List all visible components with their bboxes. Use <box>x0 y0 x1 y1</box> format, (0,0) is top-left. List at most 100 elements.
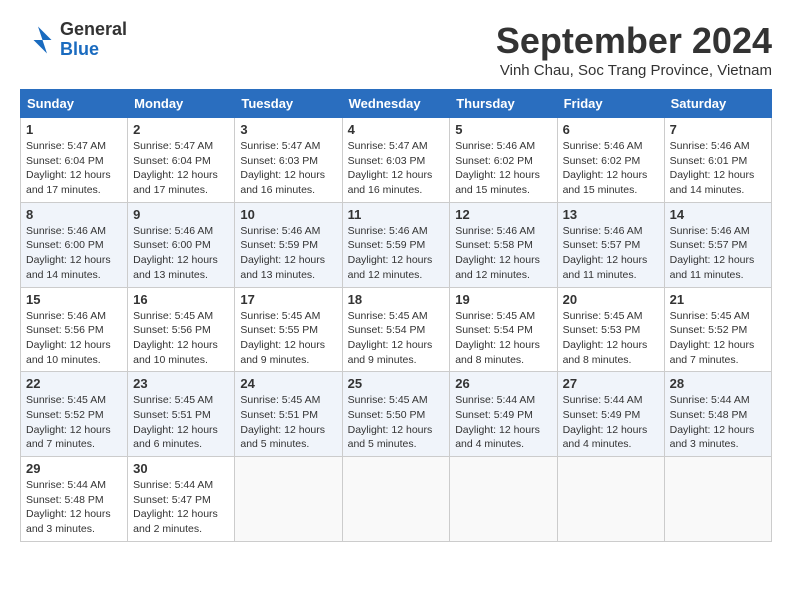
day-number: 29 <box>26 461 122 476</box>
table-row: 17 Sunrise: 5:45 AMSunset: 5:55 PMDaylig… <box>235 287 342 372</box>
calendar-header-row: Sunday Monday Tuesday Wednesday Thursday… <box>21 90 772 118</box>
day-number: 26 <box>455 376 551 391</box>
day-info: Sunrise: 5:45 AMSunset: 5:51 PMDaylight:… <box>133 394 218 450</box>
table-row <box>342 457 450 542</box>
day-number: 21 <box>670 292 766 307</box>
day-info: Sunrise: 5:46 AMSunset: 5:58 PMDaylight:… <box>455 225 540 281</box>
calendar-week-row: 29 Sunrise: 5:44 AMSunset: 5:48 PMDaylig… <box>21 457 772 542</box>
day-number: 12 <box>455 207 551 222</box>
day-number: 27 <box>563 376 659 391</box>
day-info: Sunrise: 5:46 AMSunset: 5:57 PMDaylight:… <box>563 225 648 281</box>
day-number: 15 <box>26 292 122 307</box>
day-number: 17 <box>240 292 336 307</box>
day-info: Sunrise: 5:46 AMSunset: 6:02 PMDaylight:… <box>455 140 540 196</box>
day-info: Sunrise: 5:44 AMSunset: 5:49 PMDaylight:… <box>455 394 540 450</box>
day-info: Sunrise: 5:46 AMSunset: 5:57 PMDaylight:… <box>670 225 755 281</box>
table-row: 9 Sunrise: 5:46 AMSunset: 6:00 PMDayligh… <box>128 202 235 287</box>
day-number: 18 <box>348 292 445 307</box>
col-tuesday: Tuesday <box>235 90 342 118</box>
table-row: 23 Sunrise: 5:45 AMSunset: 5:51 PMDaylig… <box>128 372 235 457</box>
day-info: Sunrise: 5:46 AMSunset: 6:02 PMDaylight:… <box>563 140 648 196</box>
table-row <box>450 457 557 542</box>
table-row: 28 Sunrise: 5:44 AMSunset: 5:48 PMDaylig… <box>664 372 771 457</box>
table-row: 21 Sunrise: 5:45 AMSunset: 5:52 PMDaylig… <box>664 287 771 372</box>
table-row: 22 Sunrise: 5:45 AMSunset: 5:52 PMDaylig… <box>21 372 128 457</box>
table-row: 30 Sunrise: 5:44 AMSunset: 5:47 PMDaylig… <box>128 457 235 542</box>
table-row: 2 Sunrise: 5:47 AMSunset: 6:04 PMDayligh… <box>128 118 235 203</box>
day-number: 2 <box>133 122 229 137</box>
day-info: Sunrise: 5:44 AMSunset: 5:48 PMDaylight:… <box>670 394 755 450</box>
table-row: 24 Sunrise: 5:45 AMSunset: 5:51 PMDaylig… <box>235 372 342 457</box>
calendar-week-row: 8 Sunrise: 5:46 AMSunset: 6:00 PMDayligh… <box>21 202 772 287</box>
table-row: 10 Sunrise: 5:46 AMSunset: 5:59 PMDaylig… <box>235 202 342 287</box>
day-info: Sunrise: 5:44 AMSunset: 5:47 PMDaylight:… <box>133 479 218 535</box>
day-number: 5 <box>455 122 551 137</box>
table-row <box>664 457 771 542</box>
day-info: Sunrise: 5:47 AMSunset: 6:04 PMDaylight:… <box>133 140 218 196</box>
col-monday: Monday <box>128 90 235 118</box>
table-row: 19 Sunrise: 5:45 AMSunset: 5:54 PMDaylig… <box>450 287 557 372</box>
day-info: Sunrise: 5:46 AMSunset: 6:00 PMDaylight:… <box>133 225 218 281</box>
day-info: Sunrise: 5:45 AMSunset: 5:50 PMDaylight:… <box>348 394 433 450</box>
logo-general-text: General <box>60 20 127 40</box>
day-info: Sunrise: 5:46 AMSunset: 5:59 PMDaylight:… <box>240 225 325 281</box>
day-info: Sunrise: 5:44 AMSunset: 5:48 PMDaylight:… <box>26 479 111 535</box>
day-number: 7 <box>670 122 766 137</box>
logo: General Blue <box>20 20 127 60</box>
day-info: Sunrise: 5:45 AMSunset: 5:55 PMDaylight:… <box>240 310 325 366</box>
location-title: Vinh Chau, Soc Trang Province, Vietnam <box>496 62 772 79</box>
day-number: 8 <box>26 207 122 222</box>
day-number: 10 <box>240 207 336 222</box>
day-info: Sunrise: 5:45 AMSunset: 5:52 PMDaylight:… <box>26 394 111 450</box>
table-row: 25 Sunrise: 5:45 AMSunset: 5:50 PMDaylig… <box>342 372 450 457</box>
logo-icon <box>20 22 56 58</box>
day-number: 11 <box>348 207 445 222</box>
table-row <box>235 457 342 542</box>
day-number: 13 <box>563 207 659 222</box>
logo-blue-text: Blue <box>60 40 127 60</box>
table-row: 6 Sunrise: 5:46 AMSunset: 6:02 PMDayligh… <box>557 118 664 203</box>
day-number: 16 <box>133 292 229 307</box>
table-row: 27 Sunrise: 5:44 AMSunset: 5:49 PMDaylig… <box>557 372 664 457</box>
day-info: Sunrise: 5:46 AMSunset: 5:59 PMDaylight:… <box>348 225 433 281</box>
table-row: 13 Sunrise: 5:46 AMSunset: 5:57 PMDaylig… <box>557 202 664 287</box>
table-row: 18 Sunrise: 5:45 AMSunset: 5:54 PMDaylig… <box>342 287 450 372</box>
table-row: 7 Sunrise: 5:46 AMSunset: 6:01 PMDayligh… <box>664 118 771 203</box>
table-row: 15 Sunrise: 5:46 AMSunset: 5:56 PMDaylig… <box>21 287 128 372</box>
day-number: 14 <box>670 207 766 222</box>
day-info: Sunrise: 5:47 AMSunset: 6:04 PMDaylight:… <box>26 140 111 196</box>
col-sunday: Sunday <box>21 90 128 118</box>
day-info: Sunrise: 5:46 AMSunset: 6:01 PMDaylight:… <box>670 140 755 196</box>
day-info: Sunrise: 5:45 AMSunset: 5:51 PMDaylight:… <box>240 394 325 450</box>
table-row: 26 Sunrise: 5:44 AMSunset: 5:49 PMDaylig… <box>450 372 557 457</box>
day-number: 22 <box>26 376 122 391</box>
col-thursday: Thursday <box>450 90 557 118</box>
day-number: 9 <box>133 207 229 222</box>
table-row: 20 Sunrise: 5:45 AMSunset: 5:53 PMDaylig… <box>557 287 664 372</box>
day-info: Sunrise: 5:47 AMSunset: 6:03 PMDaylight:… <box>240 140 325 196</box>
table-row: 11 Sunrise: 5:46 AMSunset: 5:59 PMDaylig… <box>342 202 450 287</box>
col-friday: Friday <box>557 90 664 118</box>
day-number: 30 <box>133 461 229 476</box>
col-saturday: Saturday <box>664 90 771 118</box>
table-row: 5 Sunrise: 5:46 AMSunset: 6:02 PMDayligh… <box>450 118 557 203</box>
table-row: 4 Sunrise: 5:47 AMSunset: 6:03 PMDayligh… <box>342 118 450 203</box>
table-row: 14 Sunrise: 5:46 AMSunset: 5:57 PMDaylig… <box>664 202 771 287</box>
day-number: 1 <box>26 122 122 137</box>
calendar-week-row: 22 Sunrise: 5:45 AMSunset: 5:52 PMDaylig… <box>21 372 772 457</box>
col-wednesday: Wednesday <box>342 90 450 118</box>
day-number: 6 <box>563 122 659 137</box>
calendar-week-row: 15 Sunrise: 5:46 AMSunset: 5:56 PMDaylig… <box>21 287 772 372</box>
calendar-table: Sunday Monday Tuesday Wednesday Thursday… <box>20 89 772 542</box>
title-area: September 2024 Vinh Chau, Soc Trang Prov… <box>496 20 772 79</box>
day-number: 3 <box>240 122 336 137</box>
day-info: Sunrise: 5:46 AMSunset: 6:00 PMDaylight:… <box>26 225 111 281</box>
day-number: 25 <box>348 376 445 391</box>
day-number: 23 <box>133 376 229 391</box>
page-header: General Blue September 2024 Vinh Chau, S… <box>20 20 772 79</box>
day-info: Sunrise: 5:45 AMSunset: 5:53 PMDaylight:… <box>563 310 648 366</box>
day-number: 28 <box>670 376 766 391</box>
table-row: 1 Sunrise: 5:47 AMSunset: 6:04 PMDayligh… <box>21 118 128 203</box>
day-info: Sunrise: 5:46 AMSunset: 5:56 PMDaylight:… <box>26 310 111 366</box>
day-number: 24 <box>240 376 336 391</box>
